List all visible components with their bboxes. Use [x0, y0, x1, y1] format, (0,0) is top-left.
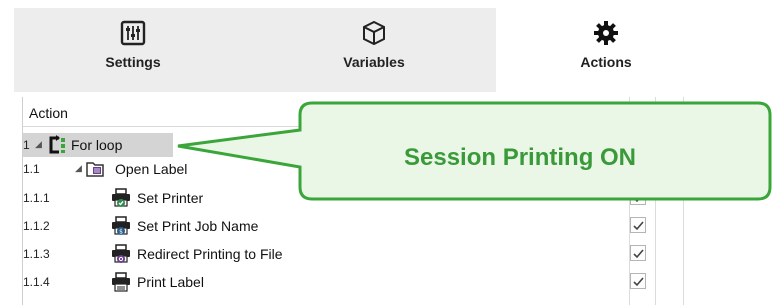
callout-text: Session Printing ON [403, 144, 637, 171]
